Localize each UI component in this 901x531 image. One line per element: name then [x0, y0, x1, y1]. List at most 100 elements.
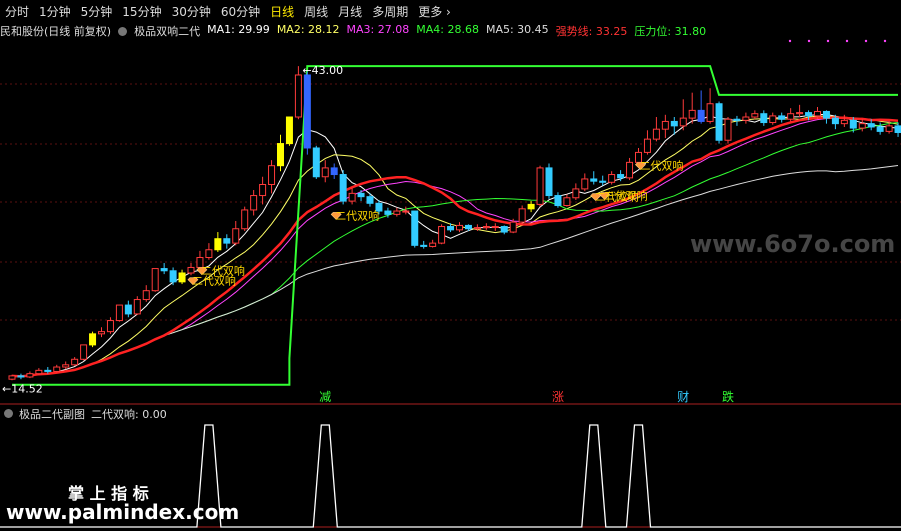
- candle-body: [178, 272, 186, 283]
- candle-body: [796, 112, 804, 115]
- candle-body: [697, 109, 705, 122]
- candle-body: [8, 375, 16, 380]
- marker-dot: [807, 39, 811, 43]
- candle-body: [115, 304, 123, 322]
- candle-body: [563, 197, 571, 207]
- candle-body: [312, 147, 320, 178]
- candle-body: [491, 226, 499, 229]
- candle-body: [250, 195, 258, 211]
- candle-body: [53, 366, 61, 372]
- candle-body: [456, 224, 463, 231]
- candle-body: [366, 196, 374, 204]
- candle-body: [447, 226, 455, 231]
- signal-label-4: 二代双响: [595, 191, 639, 204]
- chart-window: { "toolbar": { "items": ["分时","1分钟","5分钟…: [0, 0, 901, 531]
- candle-body: [294, 74, 302, 118]
- candle-body: [223, 238, 231, 244]
- candle-body: [232, 228, 240, 244]
- candle-body: [617, 174, 625, 179]
- candle-body: [527, 203, 535, 210]
- candle-body: [894, 125, 901, 134]
- candle-body: [724, 118, 732, 141]
- candle-body: [849, 119, 857, 129]
- candle-body: [151, 268, 159, 292]
- candle-body: [357, 192, 365, 198]
- candle-body: [733, 118, 741, 121]
- candle-body: [670, 120, 678, 127]
- candle-body: [241, 209, 249, 230]
- candle-body: [778, 115, 786, 120]
- candle-body: [643, 138, 651, 153]
- candle-body: [715, 103, 723, 141]
- candle-body: [89, 333, 97, 346]
- candle-body: [679, 117, 687, 127]
- candle-body: [429, 242, 437, 247]
- candle-body: [187, 266, 195, 274]
- marker-dot: [826, 39, 830, 43]
- candle-body: [160, 268, 168, 272]
- candle-body: [71, 358, 79, 366]
- candle-body: [885, 125, 893, 132]
- candle-body: [169, 270, 177, 283]
- event-label-3: 跌: [722, 389, 734, 404]
- candle-body: [867, 123, 875, 128]
- candle-body: [259, 183, 267, 197]
- candle-body: [545, 167, 553, 197]
- candle-body: [787, 113, 795, 120]
- candle-body: [303, 74, 311, 149]
- candle-body: [402, 210, 410, 213]
- candle-body: [706, 103, 714, 122]
- signal-label-2: 二代双响: [335, 209, 379, 222]
- candle-body: [438, 226, 446, 244]
- candle-body: [106, 320, 114, 333]
- candle-body: [473, 227, 481, 230]
- marker-dot: [883, 39, 887, 43]
- candle-body: [205, 249, 213, 259]
- marker-dot: [864, 39, 868, 43]
- candle-body: [840, 119, 848, 125]
- price-chart[interactable]: ←43.00←14.52二代双响二代双响二代双响二代双响二代双响二代双响减涨财跌: [0, 0, 901, 531]
- candle-body: [339, 174, 347, 202]
- candle-body: [760, 113, 768, 124]
- candle-body: [652, 128, 660, 140]
- candle-body: [464, 224, 472, 230]
- candle-body: [858, 123, 866, 129]
- low-price-label: ←14.52: [2, 382, 43, 395]
- candle-body: [814, 110, 821, 117]
- candle-body: [805, 112, 813, 117]
- candle-body: [26, 373, 34, 378]
- high-price-label: ←43.00: [302, 64, 343, 77]
- candle-body: [330, 167, 338, 176]
- event-label-1: 涨: [552, 389, 564, 404]
- candle-body: [285, 116, 293, 145]
- signal-label-5: 二代双响: [639, 160, 683, 173]
- event-label-0: 减: [319, 390, 331, 404]
- candle-body: [509, 221, 517, 233]
- candle-body: [133, 299, 141, 315]
- candle-body: [35, 369, 43, 375]
- candle-body: [590, 178, 598, 182]
- candle-body: [98, 331, 105, 335]
- candle-body: [742, 116, 750, 121]
- candle-body: [688, 109, 696, 119]
- candle-body: [572, 188, 580, 199]
- candle-body: [124, 304, 132, 315]
- candle-body: [277, 143, 284, 167]
- candle-body: [268, 165, 276, 185]
- candle-body: [581, 178, 589, 190]
- candle-body: [831, 117, 839, 125]
- candle-body: [321, 167, 329, 178]
- signal-label-1: 二代双响: [192, 275, 236, 288]
- candle-body: [348, 192, 356, 202]
- candle-body: [500, 226, 508, 233]
- candle-body: [554, 195, 562, 207]
- marker-dot: [788, 39, 792, 43]
- candle-body: [411, 210, 419, 246]
- candle-body: [80, 344, 88, 360]
- candle-body: [822, 110, 830, 119]
- candle-body: [62, 364, 70, 368]
- candle-body: [626, 161, 634, 179]
- candle-body: [393, 210, 401, 215]
- candle-body: [599, 180, 607, 183]
- event-label-2: 财: [677, 390, 689, 404]
